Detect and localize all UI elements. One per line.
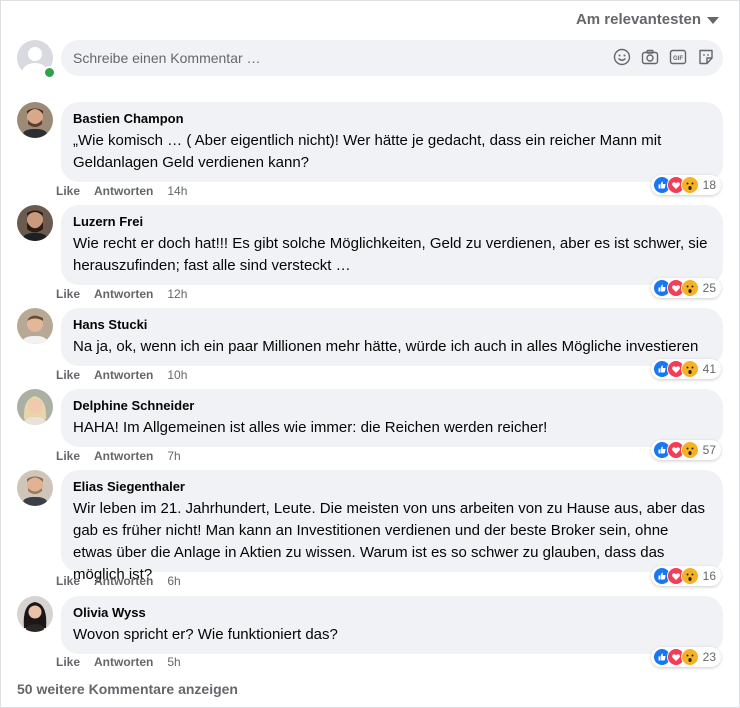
comment-time[interactable]: 12h [167, 287, 187, 301]
wow-reaction-icon [680, 176, 699, 194]
wow-reaction-icon [680, 360, 699, 378]
comment-author[interactable]: Hans Stucki [73, 316, 711, 334]
comment-text: HAHA! Im Allgemeinen ist alles wie immer… [73, 419, 548, 436]
comment-text: Na ja, ok, wenn ich ein paar Millionen m… [73, 338, 699, 355]
sort-dropdown[interactable]: Am relevantesten [576, 11, 719, 28]
like-button[interactable]: Like [56, 449, 80, 463]
reaction-count: 41 [702, 362, 716, 376]
avatar[interactable] [17, 102, 53, 138]
wow-reaction-icon [680, 441, 699, 459]
sort-label: Am relevantesten [575, 11, 701, 28]
like-button[interactable]: Like [56, 574, 80, 588]
comment-author[interactable]: Elias Siegenthaler [73, 478, 711, 496]
avatar[interactable] [17, 596, 53, 632]
comment-author[interactable]: Delphine Schneider [73, 397, 711, 415]
comment-actions: Like Antworten 10h [56, 368, 187, 382]
reaction-summary[interactable]: 18 [650, 175, 721, 195]
comment-bubble: Olivia Wyss Wovon spricht er? Wie funkti… [61, 596, 723, 654]
comment-time[interactable]: 7h [167, 449, 180, 463]
reaction-count: 16 [702, 569, 716, 583]
comment-composer: GIF [17, 39, 723, 79]
reply-button[interactable]: Antworten [94, 287, 153, 301]
comment-time[interactable]: 14h [167, 184, 187, 198]
comment-time[interactable]: 6h [167, 574, 180, 588]
comment-actions: Like Antworten 12h [56, 287, 187, 301]
reaction-count: 25 [702, 281, 716, 295]
reaction-count: 23 [702, 650, 716, 664]
comment-text: Wir leben im 21. Jahrhundert, Leute. Die… [73, 500, 706, 583]
camera-icon[interactable] [641, 48, 659, 66]
reply-button[interactable]: Antworten [94, 368, 153, 382]
wow-reaction-icon [680, 567, 699, 585]
comment-time[interactable]: 5h [167, 655, 180, 669]
reaction-count: 57 [702, 443, 716, 457]
reply-button[interactable]: Antworten [94, 655, 153, 669]
comment-bubble: Elias Siegenthaler Wir leben im 21. Jahr… [61, 470, 723, 583]
comment-author[interactable]: Luzern Frei [73, 213, 711, 231]
comment-actions: Like Antworten 5h [56, 655, 181, 669]
comment-author[interactable]: Bastien Champon [73, 110, 711, 128]
like-button[interactable]: Like [56, 287, 80, 301]
comment-actions: Like Antworten 7h [56, 449, 181, 463]
reaction-summary[interactable]: 25 [650, 278, 721, 298]
more-comments-link[interactable]: 50 weitere Kommentare anzeigen [17, 681, 238, 697]
comment-bubble: Delphine Schneider HAHA! Im Allgemeinen … [61, 389, 723, 447]
comment-bubble: Bastien Champon „Wie komisch … ( Aber ei… [61, 102, 723, 182]
comment-bubble: Hans Stucki Na ja, ok, wenn ich ein paar… [61, 308, 723, 366]
wow-reaction-icon [680, 648, 699, 666]
comment-bubble: Luzern Frei Wie recht er doch hat!!! Es … [61, 205, 723, 285]
gif-icon[interactable]: GIF [669, 48, 687, 66]
comment-time[interactable]: 10h [167, 368, 187, 382]
reaction-summary[interactable]: 57 [650, 440, 721, 460]
caret-down-icon [707, 17, 719, 24]
comment-text: „Wie komisch … ( Aber eigentlich nicht)!… [73, 132, 662, 171]
comment-actions: Like Antworten 14h [56, 184, 187, 198]
comment-actions: Like Antworten 6h [56, 574, 181, 588]
avatar[interactable] [17, 470, 53, 506]
avatar[interactable] [17, 205, 53, 241]
svg-text:GIF: GIF [673, 56, 683, 62]
reply-button[interactable]: Antworten [94, 184, 153, 198]
comment-text: Wie recht er doch hat!!! Es gibt solche … [73, 235, 708, 274]
reaction-count: 18 [702, 178, 716, 192]
like-button[interactable]: Like [56, 184, 80, 198]
avatar[interactable] [17, 389, 53, 425]
comment-author[interactable]: Olivia Wyss [73, 604, 711, 622]
online-status-icon [43, 66, 56, 79]
avatar[interactable] [17, 308, 53, 344]
reaction-summary[interactable]: 23 [650, 647, 721, 667]
like-button[interactable]: Like [56, 655, 80, 669]
emoji-icon[interactable] [613, 48, 631, 66]
comment-text: Wovon spricht er? Wie funktioniert das? [73, 626, 338, 643]
reply-button[interactable]: Antworten [94, 574, 153, 588]
like-button[interactable]: Like [56, 368, 80, 382]
reaction-summary[interactable]: 16 [650, 566, 721, 586]
my-avatar[interactable] [17, 40, 56, 79]
reaction-summary[interactable]: 41 [650, 359, 721, 379]
wow-reaction-icon [680, 279, 699, 297]
reply-button[interactable]: Antworten [94, 449, 153, 463]
sticker-icon[interactable] [697, 48, 715, 66]
